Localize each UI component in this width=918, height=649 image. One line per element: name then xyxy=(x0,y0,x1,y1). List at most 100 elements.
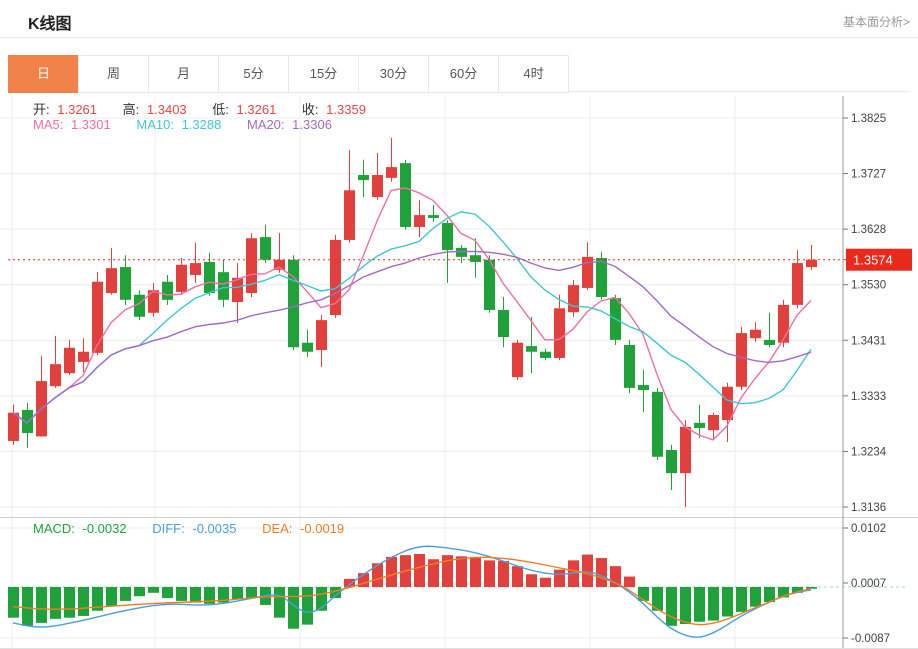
price-tick-label: 1.3333 xyxy=(851,391,886,403)
candle xyxy=(386,167,397,178)
ma5-value: 1.3301 xyxy=(71,117,111,132)
macd-bar xyxy=(470,557,481,587)
macd-bar xyxy=(36,587,47,623)
dea-label: DEA: xyxy=(262,521,292,536)
period-tabs: 日周月5分15分30分60分4时 xyxy=(8,55,569,93)
macd-label: MACD: xyxy=(33,521,75,536)
candle xyxy=(176,265,187,292)
kline-chart: 1.38251.37271.36281.35301.34311.33331.32… xyxy=(0,0,918,649)
diff-value: -0.0035 xyxy=(192,521,236,536)
period-tab-7[interactable]: 60分 xyxy=(428,55,499,93)
macd-tick-label: 0.0102 xyxy=(851,523,886,535)
candle xyxy=(764,340,775,345)
macd-bar xyxy=(8,587,19,618)
macd-bar xyxy=(134,587,145,596)
macd-bar xyxy=(582,555,593,587)
period-tab-3[interactable]: 月 xyxy=(148,55,219,93)
period-tab-5[interactable]: 15分 xyxy=(288,55,359,93)
macd-bar xyxy=(78,587,89,616)
macd-bar xyxy=(50,587,61,619)
candle xyxy=(554,308,565,358)
macd-bar xyxy=(694,587,705,622)
candle xyxy=(708,415,719,430)
period-tab-2[interactable]: 周 xyxy=(78,55,149,93)
candle xyxy=(106,268,117,293)
period-tab-8[interactable]: 4时 xyxy=(498,55,569,93)
macd-histogram xyxy=(8,554,817,629)
candle xyxy=(470,255,481,262)
macd-bar xyxy=(722,587,733,617)
period-tab-6[interactable]: 30分 xyxy=(358,55,429,93)
macd-bar xyxy=(484,560,495,587)
candle xyxy=(778,305,789,343)
page-title: K线图 xyxy=(28,10,72,34)
macd-value: -0.0032 xyxy=(83,521,127,536)
candle xyxy=(540,352,551,358)
macd-bar xyxy=(750,587,761,607)
price-tick-label: 1.3825 xyxy=(851,113,886,125)
candle xyxy=(638,385,649,390)
price-tick-label: 1.3628 xyxy=(851,224,886,236)
candle xyxy=(8,413,19,441)
ma20-line xyxy=(13,251,811,423)
kline-widget: K线图 基本面分析> 日周月5分15分30分60分4时 1.38251.3727… xyxy=(0,0,918,649)
candle xyxy=(624,345,635,388)
price-tick-label: 1.3136 xyxy=(851,502,886,514)
macd-bar xyxy=(736,587,747,612)
ma10-line xyxy=(13,212,811,423)
candle xyxy=(666,450,677,473)
candle xyxy=(456,248,467,257)
macd-tick-label: -0.0087 xyxy=(851,633,890,645)
high-label: 高: xyxy=(123,102,140,117)
candle xyxy=(736,333,747,387)
macd-bar xyxy=(302,587,313,625)
candle xyxy=(498,310,509,337)
macd-bar xyxy=(246,587,257,598)
macd-bar xyxy=(274,587,285,618)
candle xyxy=(428,215,439,218)
candle xyxy=(722,387,733,420)
candle xyxy=(442,223,453,250)
macd-tick-label: 0.0007 xyxy=(851,578,886,590)
macd-bar xyxy=(596,558,607,587)
candle xyxy=(218,272,229,300)
period-tab-4[interactable]: 5分 xyxy=(218,55,289,93)
candle xyxy=(414,215,425,227)
macd-bar xyxy=(806,587,817,589)
ma20-label: MA20: xyxy=(247,117,285,132)
candle xyxy=(694,423,705,428)
ma5-label: MA5: xyxy=(33,117,63,132)
macd-bar xyxy=(638,587,649,601)
candle xyxy=(358,175,369,180)
period-tab-1[interactable]: 日 xyxy=(8,55,79,93)
macd-bar xyxy=(680,587,691,624)
close-label: 收: xyxy=(302,102,319,117)
candle xyxy=(512,343,523,377)
close-value: 1.3359 xyxy=(326,102,366,117)
price-tick-label: 1.3530 xyxy=(851,280,886,292)
candle xyxy=(806,260,817,267)
macd-legend-row: MACD: -0.0032 DIFF: -0.0035 DEA: -0.0019 xyxy=(33,521,348,536)
ma-legend-row: MA5: 1.3301 MA10: 1.3288 MA20: 1.3306 xyxy=(33,117,336,132)
candle xyxy=(652,392,663,457)
macd-bar xyxy=(190,587,201,603)
candle xyxy=(204,262,215,293)
open-value: 1.3261 xyxy=(57,102,97,117)
diff-label: DIFF: xyxy=(152,521,185,536)
ma5-line xyxy=(13,188,811,440)
macd-bar xyxy=(176,587,187,601)
macd-bar xyxy=(540,578,551,587)
macd-bar xyxy=(22,587,33,626)
candle xyxy=(120,267,131,300)
candle xyxy=(92,282,103,353)
macd-bar xyxy=(512,566,523,587)
candle xyxy=(302,343,313,352)
macd-bar xyxy=(708,587,719,621)
low-value: 1.3261 xyxy=(237,102,277,117)
fundamental-analysis-link[interactable]: 基本面分析> xyxy=(843,13,910,30)
macd-bar xyxy=(610,566,621,587)
candle xyxy=(568,285,579,312)
candle xyxy=(344,190,355,240)
candle xyxy=(750,330,761,338)
open-label: 开: xyxy=(33,102,50,117)
